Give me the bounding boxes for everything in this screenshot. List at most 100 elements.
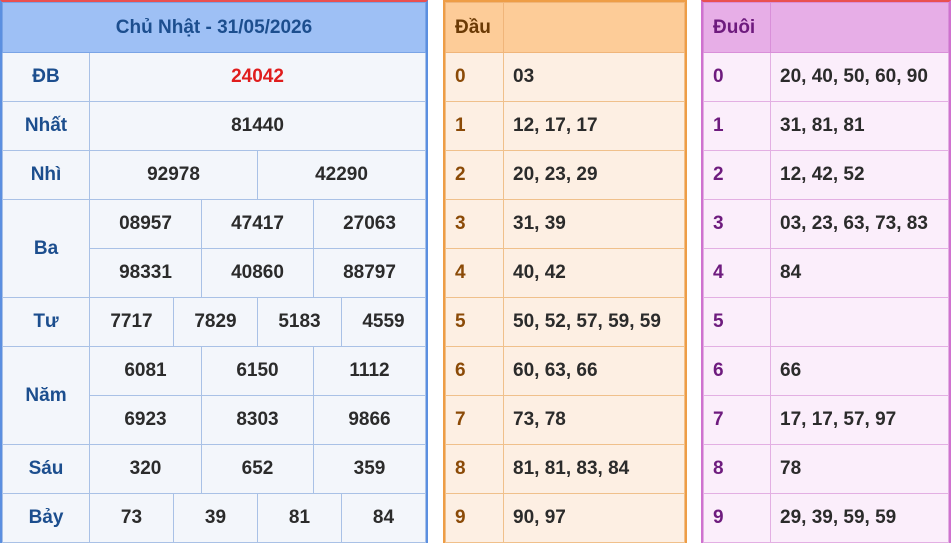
- dau-key: 9: [445, 493, 504, 543]
- prize-value: 7829: [173, 297, 258, 347]
- prize-value: 8303: [201, 395, 314, 445]
- duoi-panel: Đuôi 0 20, 40, 50, 60, 90 1 31, 81, 81 2 12…: [701, 0, 951, 543]
- duoi-key: 4: [703, 248, 771, 298]
- dau-values: 40, 42: [503, 248, 685, 298]
- prize-value: 73: [89, 493, 174, 543]
- prize-label: Năm: [2, 346, 90, 445]
- duoi-values: 31, 81, 81: [770, 101, 949, 151]
- dau-key: 8: [445, 444, 504, 494]
- duoi-row: 1 31, 81, 81: [703, 101, 949, 151]
- prize-label: Ba: [2, 199, 90, 298]
- prize-row-db: ĐB 24042: [2, 52, 426, 102]
- dau-row: 1 12, 17, 17: [445, 101, 685, 151]
- prize-value: 6150: [201, 346, 314, 396]
- prize-value: 84: [341, 493, 426, 543]
- dau-row: 2 20, 23, 29: [445, 150, 685, 200]
- dau-key: 0: [445, 52, 504, 102]
- duoi-key: 9: [703, 493, 771, 543]
- prize-value: 39: [173, 493, 258, 543]
- dau-row: 9 90, 97: [445, 493, 685, 543]
- duoi-values: 78: [770, 444, 949, 494]
- duoi-values: 84: [770, 248, 949, 298]
- prize-row-nhat: Nhất 81440: [2, 101, 426, 151]
- duoi-row: 0 20, 40, 50, 60, 90: [703, 52, 949, 102]
- prize-row-ba: Ba 08957 47417 27063: [2, 199, 426, 298]
- prize-value: 6081: [89, 346, 202, 396]
- duoi-values: 66: [770, 346, 949, 396]
- prize-value: 81440: [89, 101, 426, 151]
- prize-value: 5183: [257, 297, 342, 347]
- prize-value: 4559: [341, 297, 426, 347]
- duoi-row: 5: [703, 297, 949, 347]
- dau-row: 0 03: [445, 52, 685, 102]
- dau-values: 03: [503, 52, 685, 102]
- duoi-values: 20, 40, 50, 60, 90: [770, 52, 949, 102]
- duoi-key: 2: [703, 150, 771, 200]
- duoi-table: Đuôi 0 20, 40, 50, 60, 90 1 31, 81, 81 2 12…: [703, 2, 949, 543]
- prize-label: Tư: [2, 297, 90, 347]
- dau-values: 90, 97: [503, 493, 685, 543]
- dau-table: Đầu 0 03 1 12, 17, 17 2 20, 23, 29 3 31, 39 …: [445, 2, 685, 543]
- dau-values: 31, 39: [503, 199, 685, 249]
- duoi-key: 8: [703, 444, 771, 494]
- prize-value: 08957: [89, 199, 202, 249]
- dau-header-blank: [503, 2, 685, 53]
- prize-value: 88797: [313, 248, 426, 298]
- prize-value: 27063: [313, 199, 426, 249]
- duoi-row: 7 17, 17, 57, 97: [703, 395, 949, 445]
- prize-label: Nhất: [2, 101, 90, 151]
- duoi-row: 6 66: [703, 346, 949, 396]
- duoi-values: 17, 17, 57, 97: [770, 395, 949, 445]
- prize-value: 6923: [89, 395, 202, 445]
- duoi-row: 9 29, 39, 59, 59: [703, 493, 949, 543]
- prize-value: 9866: [313, 395, 426, 445]
- duoi-header: Đuôi: [703, 2, 771, 53]
- dau-row: 4 40, 42: [445, 248, 685, 298]
- duoi-row: 2 12, 42, 52: [703, 150, 949, 200]
- prize-value: 359: [313, 444, 426, 494]
- duoi-values: 03, 23, 63, 73, 83: [770, 199, 949, 249]
- duoi-key: 7: [703, 395, 771, 445]
- dau-values: 20, 23, 29: [503, 150, 685, 200]
- dau-row: 7 73, 78: [445, 395, 685, 445]
- prize-row-tu: Tư 7717 7829 5183 4559: [2, 297, 426, 347]
- prize-value: 92978: [89, 150, 258, 200]
- duoi-key: 3: [703, 199, 771, 249]
- prize-label: ĐB: [2, 52, 90, 102]
- dau-key: 4: [445, 248, 504, 298]
- dau-key: 2: [445, 150, 504, 200]
- duoi-key: 1: [703, 101, 771, 151]
- dau-values: 81, 81, 83, 84: [503, 444, 685, 494]
- duoi-key: 6: [703, 346, 771, 396]
- dau-key: 7: [445, 395, 504, 445]
- dau-key: 1: [445, 101, 504, 151]
- duoi-row: 3 03, 23, 63, 73, 83: [703, 199, 949, 249]
- prize-value: 98331: [89, 248, 202, 298]
- duoi-header-row: Đuôi: [703, 2, 949, 53]
- prize-value: 42290: [257, 150, 426, 200]
- prize-label: Sáu: [2, 444, 90, 494]
- dau-key: 6: [445, 346, 504, 396]
- duoi-key: 5: [703, 297, 771, 347]
- special-prize-value: 24042: [89, 52, 426, 102]
- lottery-results-panel: Chủ Nhật - 31/05/2026 ĐB 24042 Nhất 8144…: [0, 0, 428, 543]
- duoi-row: 4 84: [703, 248, 949, 298]
- dau-row: 6 60, 63, 66: [445, 346, 685, 396]
- duoi-values: 12, 42, 52: [770, 150, 949, 200]
- dau-row: 8 81, 81, 83, 84: [445, 444, 685, 494]
- dau-values: 60, 63, 66: [503, 346, 685, 396]
- duoi-key: 0: [703, 52, 771, 102]
- prize-value: 7717: [89, 297, 174, 347]
- prize-value: 652: [201, 444, 314, 494]
- prize-value: 81: [257, 493, 342, 543]
- duoi-values: [770, 297, 949, 347]
- prize-row-bay: Bảy 73 39 81 84: [2, 493, 426, 543]
- results-title-row: Chủ Nhật - 31/05/2026: [2, 2, 426, 53]
- duoi-row: 8 78: [703, 444, 949, 494]
- prize-value: 320: [89, 444, 202, 494]
- prize-row-nhi: Nhì 92978 42290: [2, 150, 426, 200]
- dau-row: 3 31, 39: [445, 199, 685, 249]
- prize-value: 1112: [313, 346, 426, 396]
- dau-values: 12, 17, 17: [503, 101, 685, 151]
- duoi-values: 29, 39, 59, 59: [770, 493, 949, 543]
